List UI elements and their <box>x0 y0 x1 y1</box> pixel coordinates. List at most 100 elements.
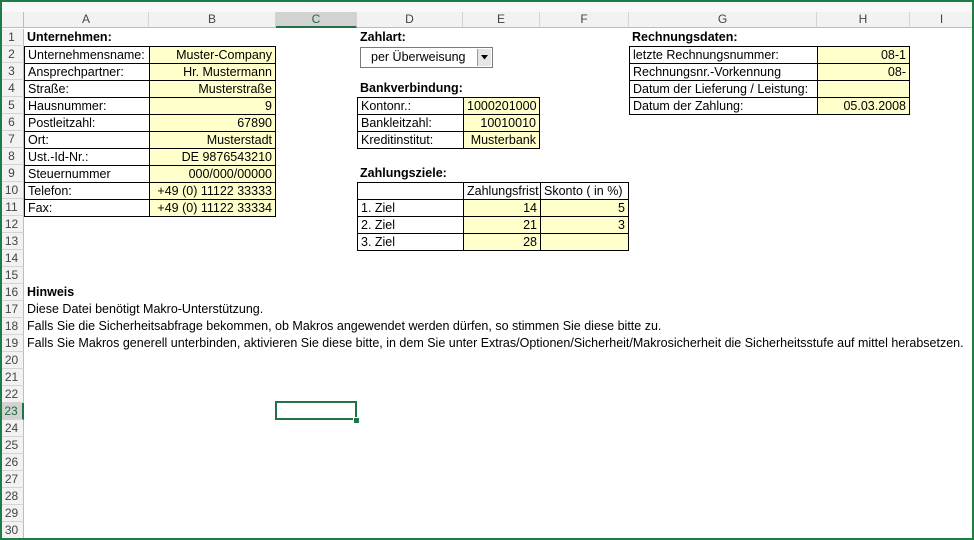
company-value-phone[interactable]: +49 (0) 11122 33333 <box>149 182 276 200</box>
company-label-zip: Postleitzahl: <box>24 114 150 132</box>
row-header-8[interactable]: 8 <box>0 148 24 165</box>
column-header-b[interactable]: B <box>149 12 276 28</box>
invoice-label-delivery-date: Datum der Lieferung / Leistung: <box>629 80 818 98</box>
company-label-housenumber: Hausnummer: <box>24 97 150 115</box>
row-header-19[interactable]: 19 <box>0 335 24 352</box>
terms-row-frist[interactable]: 14 <box>463 199 541 217</box>
active-cell-selection[interactable] <box>275 401 357 420</box>
row-header-11[interactable]: 11 <box>0 199 24 216</box>
row-header-7[interactable]: 7 <box>0 131 24 148</box>
row-header-21[interactable]: 21 <box>0 369 24 386</box>
select-all-corner[interactable] <box>0 12 24 28</box>
row-header-10[interactable]: 10 <box>0 182 24 199</box>
company-label-contact: Ansprechpartner: <box>24 63 150 81</box>
invoice-label-prefix: Rechnungsnr.-Vorkennung <box>629 63 818 81</box>
row-header-22[interactable]: 22 <box>0 386 24 403</box>
terms-row-skonto[interactable]: 3 <box>540 216 629 234</box>
invoice-label-payment-date: Datum der Zahlung: <box>629 97 818 115</box>
chevron-down-icon[interactable] <box>477 49 491 66</box>
company-value-zip[interactable]: 67890 <box>149 114 276 132</box>
company-value-city[interactable]: Musterstadt <box>149 131 276 149</box>
row-header-28[interactable]: 28 <box>0 488 24 505</box>
row-header-25[interactable]: 25 <box>0 437 24 454</box>
bank-header: Bankverbindung: <box>360 81 463 95</box>
note-line: Falls Sie Makros generell unterbinden, a… <box>27 336 964 350</box>
column-header-h[interactable]: H <box>817 12 910 28</box>
terms-row-frist[interactable]: 28 <box>463 233 541 251</box>
invoice-value-payment-date[interactable]: 05.03.2008 <box>817 97 910 115</box>
row-header-12[interactable]: 12 <box>0 216 24 233</box>
row-header-16[interactable]: 16 <box>0 284 24 301</box>
row-header-17[interactable]: 17 <box>0 301 24 318</box>
row-header-13[interactable]: 13 <box>0 233 24 250</box>
bank-value-account[interactable]: 1000201000 <box>463 97 540 115</box>
bank-label-account: Kontonr.: <box>357 97 464 115</box>
company-header: Unternehmen: <box>27 30 112 44</box>
column-header-e[interactable]: E <box>463 12 540 28</box>
row-header-3[interactable]: 3 <box>0 63 24 80</box>
terms-row-label: 1. Ziel <box>357 199 464 217</box>
row-header-4[interactable]: 4 <box>0 80 24 97</box>
row-header-29[interactable]: 29 <box>0 505 24 522</box>
company-value-name[interactable]: Muster-Company <box>149 46 276 64</box>
row-header-18[interactable]: 18 <box>0 318 24 335</box>
row-header-20[interactable]: 20 <box>0 352 24 369</box>
payment-method-value: per Überweisung <box>371 50 466 64</box>
company-label-fax: Fax: <box>24 199 150 217</box>
bank-label-institute: Kreditinstitut: <box>357 131 464 149</box>
terms-header: Zahlungsziele: <box>360 166 447 180</box>
company-label-city: Ort: <box>24 131 150 149</box>
row-header-26[interactable]: 26 <box>0 454 24 471</box>
company-value-street[interactable]: Musterstraße <box>149 80 276 98</box>
row-header-9[interactable]: 9 <box>0 165 24 182</box>
company-value-housenumber[interactable]: 9 <box>149 97 276 115</box>
company-label-vatid: Ust.-Id-Nr.: <box>24 148 150 166</box>
company-value-taxnumber[interactable]: 000/000/00000 <box>149 165 276 183</box>
note-line: Diese Datei benötigt Makro-Unterstützung… <box>27 302 264 316</box>
row-header-30[interactable]: 30 <box>0 522 24 539</box>
invoice-value-lastnumber[interactable]: 08-1 <box>817 46 910 64</box>
company-label-street: Straße: <box>24 80 150 98</box>
company-label-taxnumber: Steuernummer <box>24 165 150 183</box>
column-header-g[interactable]: G <box>629 12 817 28</box>
invoice-label-lastnumber: letzte Rechnungsnummer: <box>629 46 818 64</box>
column-header-f[interactable]: F <box>540 12 629 28</box>
bank-label-code: Bankleitzahl: <box>357 114 464 132</box>
row-header-6[interactable]: 6 <box>0 114 24 131</box>
row-header-1[interactable]: 1 <box>0 29 24 46</box>
invoice-value-prefix[interactable]: 08- <box>817 63 910 81</box>
column-header-a[interactable]: A <box>24 12 149 28</box>
row-header-14[interactable]: 14 <box>0 250 24 267</box>
terms-row-skonto[interactable] <box>540 233 629 251</box>
note-header: Hinweis <box>27 285 75 299</box>
column-header-c[interactable]: C <box>276 12 357 28</box>
terms-row-label: 2. Ziel <box>357 216 464 234</box>
row-header-2[interactable]: 2 <box>0 46 24 63</box>
column-header-d[interactable]: D <box>357 12 463 28</box>
note-line: Falls Sie die Sicherheitsabfrage bekomme… <box>27 319 662 333</box>
payment-method-dropdown[interactable]: per Überweisung <box>360 47 493 68</box>
column-header-i[interactable]: I <box>910 12 974 28</box>
row-header-27[interactable]: 27 <box>0 471 24 488</box>
invoice-value-delivery-date[interactable] <box>817 80 910 98</box>
payment-header: Zahlart: <box>360 30 406 44</box>
row-header-5[interactable]: 5 <box>0 97 24 114</box>
company-label-name: Unternehmensname: <box>24 46 150 64</box>
company-value-vatid[interactable]: DE 9876543210 <box>149 148 276 166</box>
terms-col-frist: Zahlungsfrist <box>463 182 541 200</box>
bank-value-code[interactable]: 10010010 <box>463 114 540 132</box>
row-header-24[interactable]: 24 <box>0 420 24 437</box>
terms-row-frist[interactable]: 21 <box>463 216 541 234</box>
fill-handle[interactable] <box>353 417 360 424</box>
company-label-phone: Telefon: <box>24 182 150 200</box>
company-value-fax[interactable]: +49 (0) 11122 33334 <box>149 199 276 217</box>
terms-row-skonto[interactable]: 5 <box>540 199 629 217</box>
invoice-header: Rechnungsdaten: <box>632 30 738 44</box>
bank-value-institute[interactable]: Musterbank <box>463 131 540 149</box>
terms-col-skonto: Skonto ( in %) <box>540 182 629 200</box>
terms-row-label: 3. Ziel <box>357 233 464 251</box>
company-value-contact[interactable]: Hr. Mustermann <box>149 63 276 81</box>
row-header-23[interactable]: 23 <box>0 403 24 420</box>
terms-corner-cell <box>357 182 464 200</box>
row-header-15[interactable]: 15 <box>0 267 24 284</box>
